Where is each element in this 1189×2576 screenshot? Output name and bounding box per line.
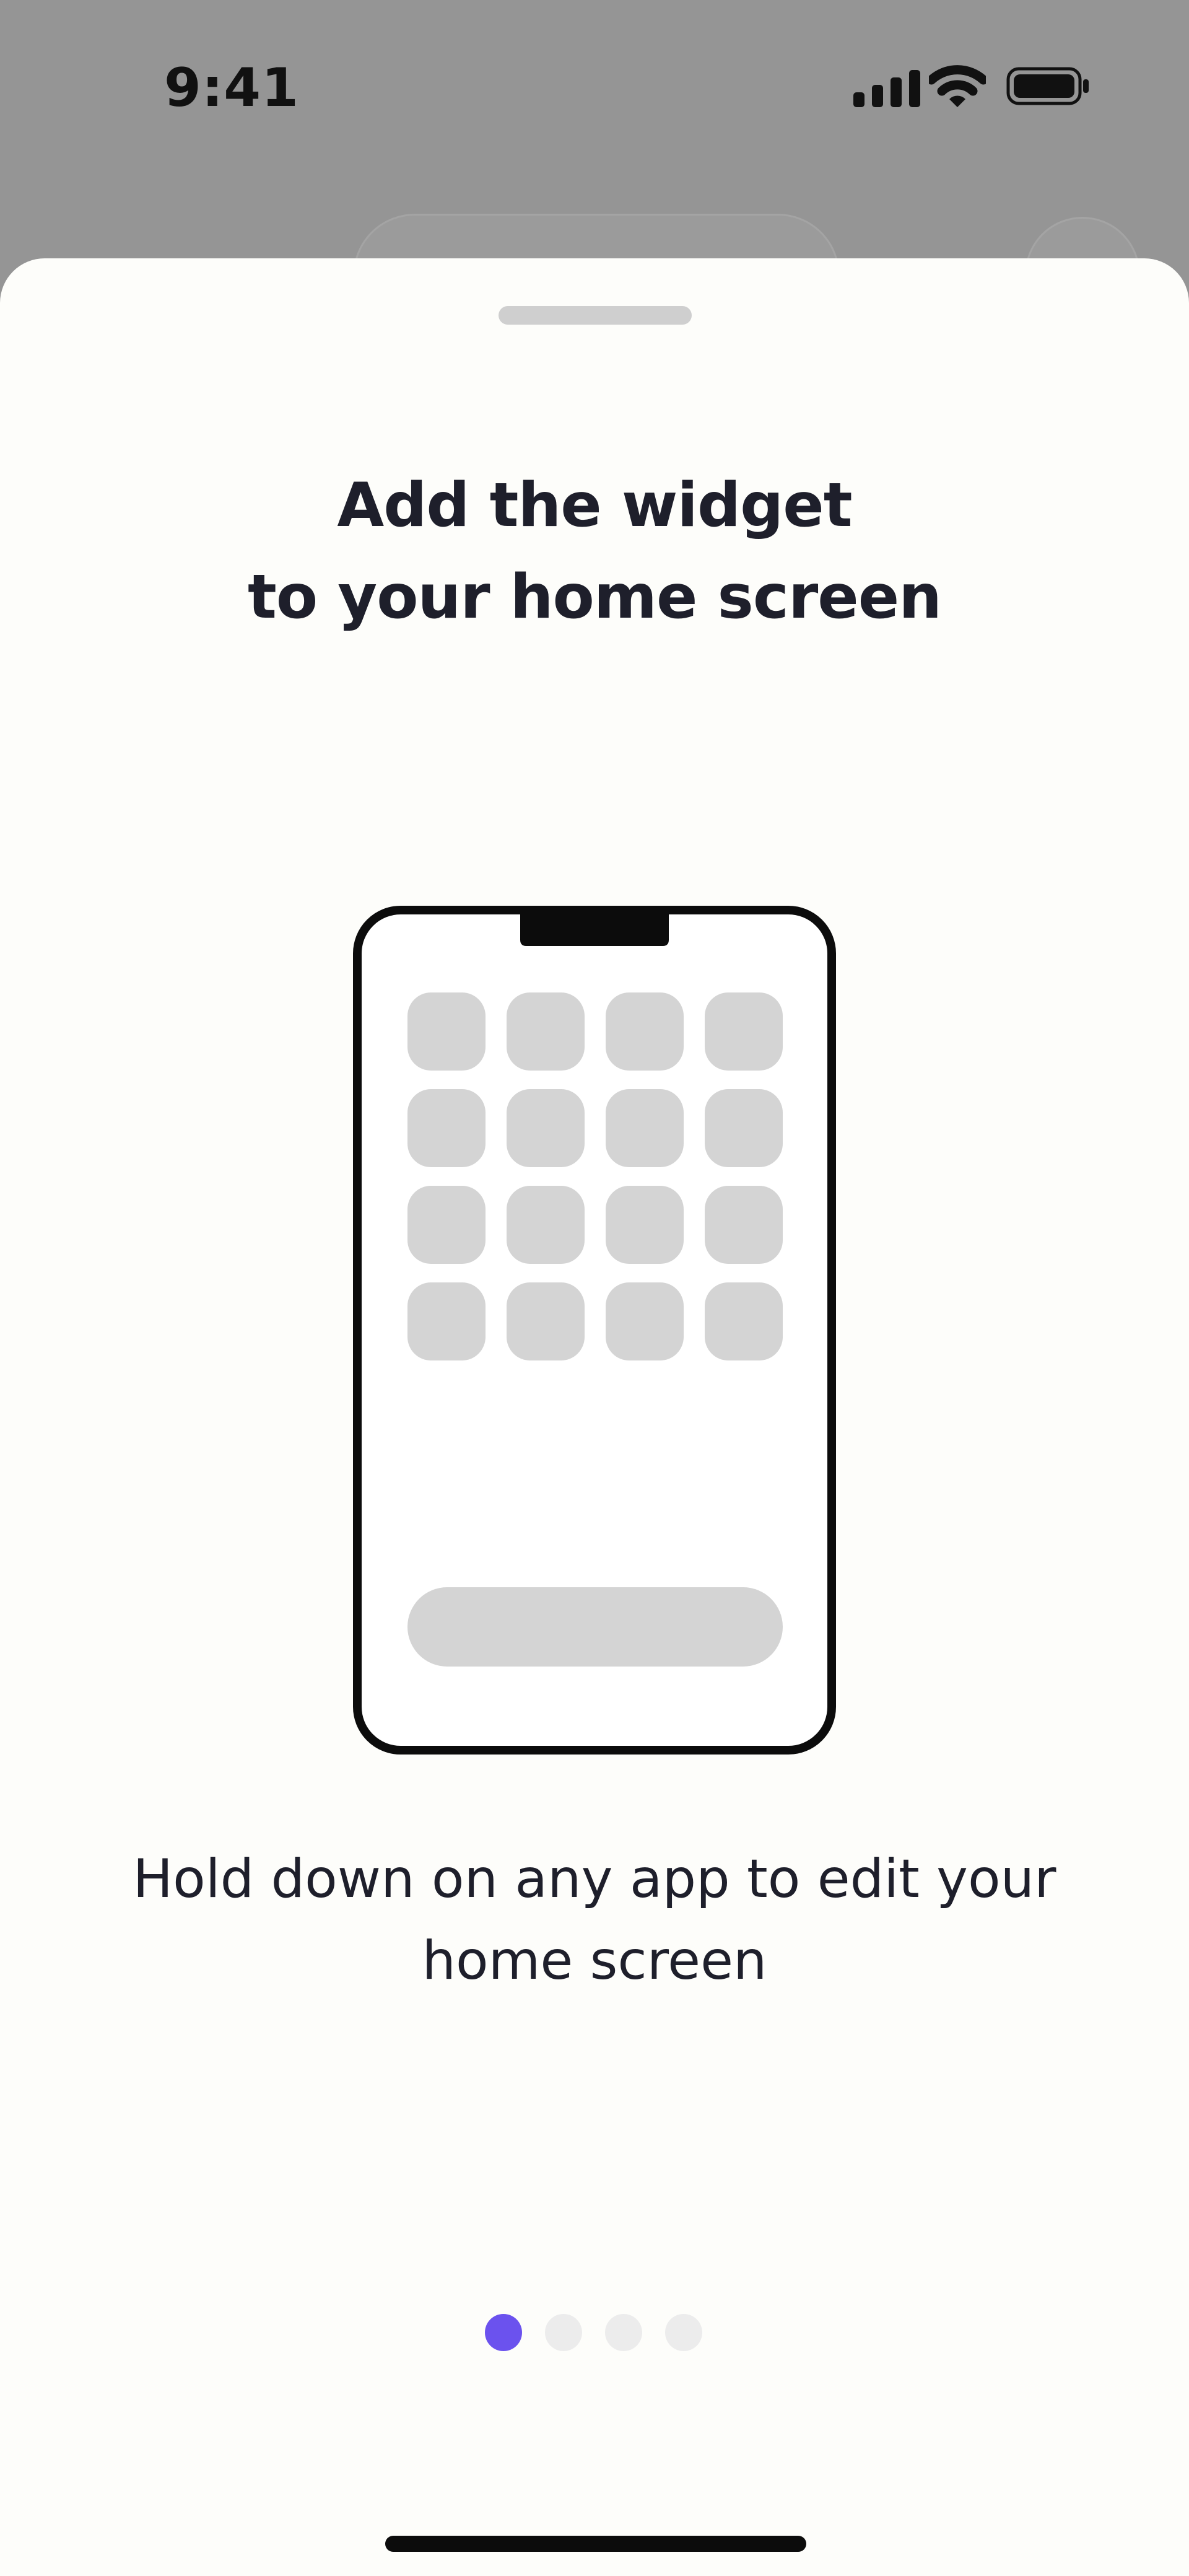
cellular-signal-icon bbox=[853, 70, 920, 107]
phone-home-screen-illustration bbox=[353, 906, 836, 1755]
wifi-icon bbox=[929, 65, 986, 107]
page-dot-3[interactable] bbox=[605, 2314, 642, 2351]
page-dot-1[interactable] bbox=[485, 2314, 522, 2351]
status-bar: 9:41 bbox=[0, 0, 1189, 180]
page-dot-2[interactable] bbox=[545, 2314, 582, 2351]
page-indicator[interactable] bbox=[485, 2314, 702, 2351]
widget-onboarding-sheet: Add the widget to your home screen Hold … bbox=[0, 258, 1189, 2576]
status-time: 9:41 bbox=[164, 57, 299, 119]
home-indicator[interactable] bbox=[385, 2536, 806, 2552]
sheet-grabber[interactable] bbox=[499, 306, 692, 325]
sheet-title: Add the widget to your home screen bbox=[248, 470, 942, 633]
page-dot-4[interactable] bbox=[665, 2314, 702, 2351]
battery-icon bbox=[1006, 67, 1089, 105]
sheet-description: Hold down on any app to edit your home s… bbox=[133, 1848, 1056, 1992]
